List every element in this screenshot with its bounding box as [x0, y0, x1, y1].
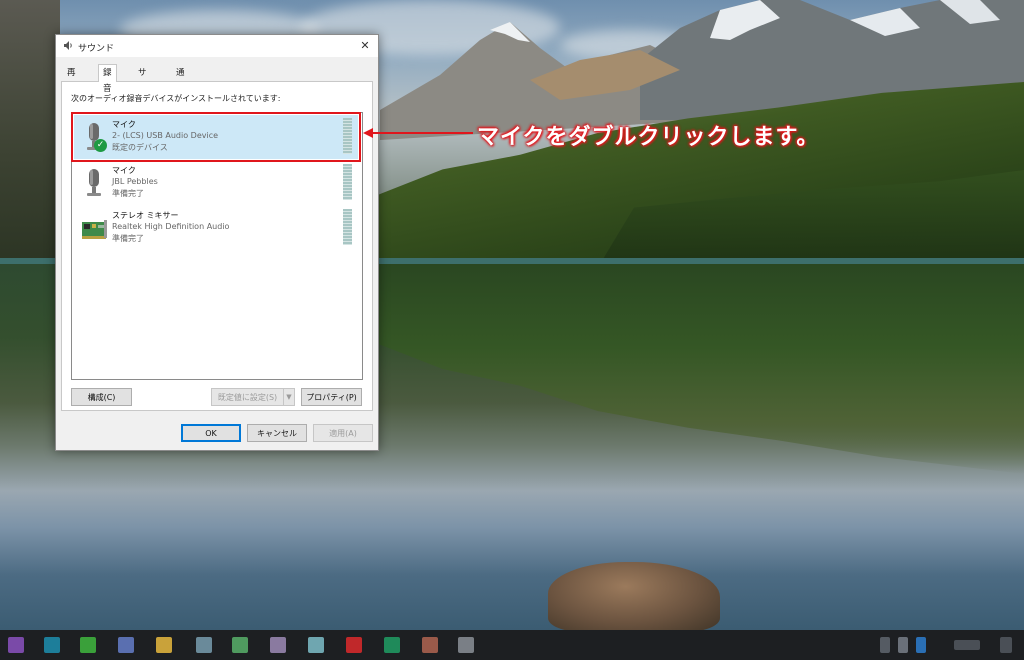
microphone-icon	[87, 169, 101, 196]
recording-panel: 次のオーディオ録音デバイスがインストールされています: ✓ マイク 2- (LC…	[61, 81, 373, 411]
taskbar-app-icon[interactable]	[156, 637, 172, 653]
ok-button[interactable]: OK	[181, 424, 241, 442]
title-bar: サウンド ✕	[56, 35, 378, 57]
taskbar-app-icon[interactable]	[458, 637, 474, 653]
device-name: ステレオ ミキサー	[112, 211, 179, 220]
taskbar-app-icon[interactable]	[8, 637, 24, 653]
sound-card-icon	[82, 220, 107, 239]
device-item-usb-mic[interactable]: ✓ マイク 2- (LCS) USB Audio Device 既定のデバイス	[71, 112, 361, 162]
taskbar-app-icon[interactable]	[118, 637, 134, 653]
annotation-arrow	[363, 128, 473, 138]
cancel-button[interactable]: キャンセル	[247, 424, 307, 442]
speaker-icon	[64, 41, 72, 50]
close-button[interactable]: ✕	[352, 35, 378, 57]
device-list[interactable]: ✓ マイク 2- (LCS) USB Audio Device 既定のデバイス …	[71, 112, 363, 380]
taskbar-app-icon[interactable]	[270, 637, 286, 653]
tray-icon[interactable]	[916, 637, 926, 653]
rock	[548, 562, 720, 630]
level-meter	[343, 164, 352, 200]
device-status: 準備完了	[112, 189, 144, 198]
clock[interactable]	[954, 640, 980, 650]
tab-communications[interactable]: 通信	[172, 66, 189, 92]
device-status: 準備完了	[112, 234, 144, 243]
device-status: 既定のデバイス	[112, 143, 168, 152]
annotation-callout: マイクをダブルクリックします。	[477, 125, 820, 150]
sound-dialog: サウンド ✕ 再生 録音 サウンド 通信 次のオーディオ録音デバイスがインストー…	[55, 34, 379, 451]
taskbar-app-icon[interactable]	[196, 637, 212, 653]
taskbar	[0, 630, 1024, 660]
device-description: JBL Pebbles	[112, 177, 158, 186]
cliff	[0, 0, 60, 262]
apply-button[interactable]: 適用(A)	[313, 424, 373, 442]
device-description: 2- (LCS) USB Audio Device	[112, 131, 219, 140]
tab-playback[interactable]: 再生	[63, 66, 80, 92]
device-name: マイク	[112, 120, 136, 129]
level-meter	[343, 209, 352, 245]
device-item-stereo-mixer[interactable]: ステレオ ミキサー Realtek High Definition Audio …	[74, 206, 358, 250]
device-name: マイク	[112, 166, 136, 175]
default-check-icon: ✓	[94, 139, 107, 152]
level-meter	[343, 118, 352, 154]
notification-icon[interactable]	[1000, 637, 1012, 653]
taskbar-app-icon[interactable]	[232, 637, 248, 653]
taskbar-app-icon[interactable]	[384, 637, 400, 653]
taskbar-app-icon[interactable]	[44, 637, 60, 653]
close-icon: ✕	[360, 39, 370, 52]
taskbar-app-icon[interactable]	[80, 637, 96, 653]
set-default-button[interactable]: 既定値に設定(S)	[211, 388, 284, 406]
tab-recording[interactable]: 録音	[98, 64, 117, 94]
taskbar-app-icon[interactable]	[346, 637, 362, 653]
configure-button[interactable]: 構成(C)	[71, 388, 132, 406]
tray-icon[interactable]	[898, 637, 908, 653]
tray-icon[interactable]	[880, 637, 890, 653]
device-item-jbl-mic[interactable]: マイク JBL Pebbles 準備完了	[74, 161, 358, 205]
tab-sounds[interactable]: サウンド	[134, 66, 151, 120]
properties-button[interactable]: プロパティ(P)	[301, 388, 362, 406]
chevron-down-icon[interactable]: ▼	[283, 388, 295, 406]
window-title: サウンド	[78, 44, 115, 54]
taskbar-app-icon[interactable]	[308, 637, 324, 653]
taskbar-app-icon[interactable]	[422, 637, 438, 653]
device-description: Realtek High Definition Audio	[112, 222, 230, 231]
